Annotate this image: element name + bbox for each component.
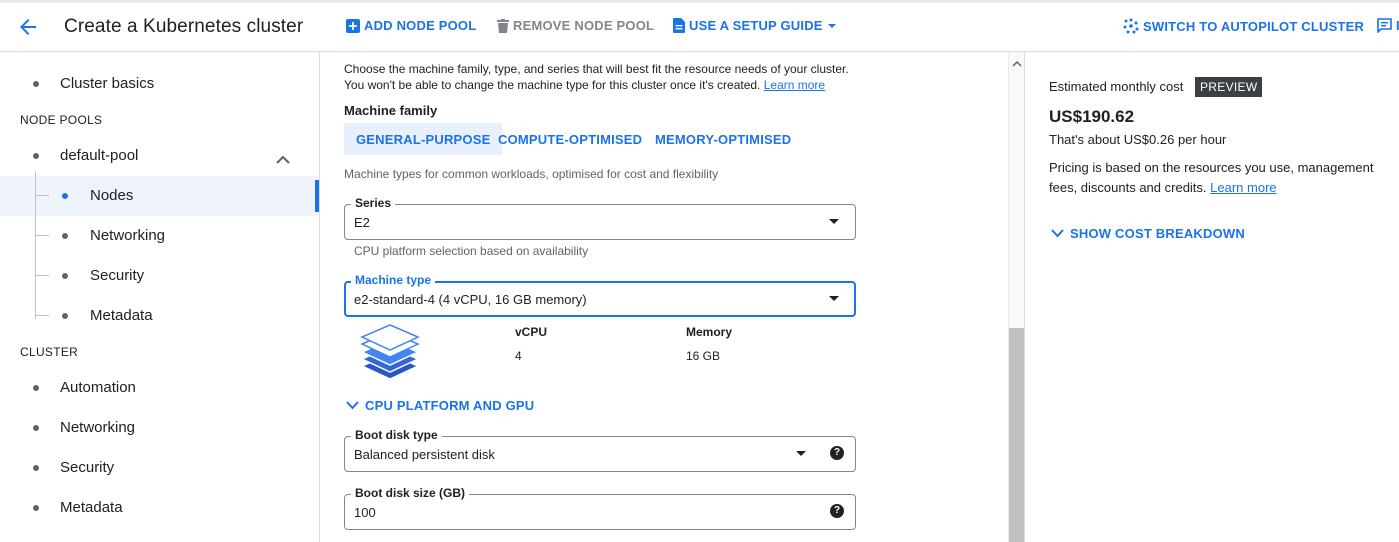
nav-bullet	[33, 153, 39, 159]
nav-item-pool-security[interactable]: Security	[90, 267, 144, 284]
family-hint: Machine types for common workloads, opti…	[344, 167, 719, 181]
dropdown-caret-icon	[829, 296, 839, 301]
dropdown-caret-icon	[829, 219, 839, 224]
tree-branch	[35, 195, 49, 196]
nav-item-cluster-metadata[interactable]: Metadata	[60, 499, 123, 516]
document-icon	[673, 18, 685, 33]
header-bar: Create a Kubernetes cluster ADD NODE POO…	[0, 3, 1399, 52]
feedback-button[interactable]: I	[1377, 18, 1399, 33]
layers-icon	[360, 322, 420, 389]
boot-disk-size-label: Boot disk size (GB)	[351, 486, 470, 500]
learn-more-link[interactable]: Learn more	[764, 78, 825, 92]
pricing-note: Pricing is based on the resources you us…	[1049, 158, 1389, 198]
main-content: Choose the machine family, type, and ser…	[320, 52, 1008, 542]
monthly-cost-amount: US$190.62	[1049, 107, 1135, 126]
setup-guide-button[interactable]: USE A SETUP GUIDE	[673, 18, 837, 33]
series-hint: CPU platform selection based on availabi…	[354, 244, 589, 258]
help-icon[interactable]: ?	[830, 504, 844, 518]
remove-node-pool-button[interactable]: REMOVE NODE POOL	[497, 18, 654, 33]
switch-autopilot-button[interactable]: SWITCH TO AUTOPILOT CLUSTER	[1123, 18, 1364, 34]
machine-description: Choose the machine family, type, and ser…	[344, 61, 849, 93]
arrow-back-icon[interactable]	[16, 15, 40, 39]
autopilot-icon	[1123, 18, 1139, 34]
expand-less-icon[interactable]	[276, 151, 290, 169]
tab-memory-optimised[interactable]: MEMORY-OPTIMISED	[643, 123, 803, 155]
estimated-cost-label: Estimated monthly cost	[1049, 79, 1184, 94]
add-node-pool-label: ADD NODE POOL	[364, 18, 477, 33]
boot-disk-size-value: 100	[354, 505, 376, 520]
machine-family-label: Machine family	[344, 103, 438, 118]
cpu-platform-gpu-label: CPU PLATFORM AND GPU	[365, 398, 535, 413]
tree-branch	[35, 235, 49, 236]
hourly-cost: That's about US$0.26 per hour	[1049, 132, 1227, 147]
dropdown-caret-icon	[827, 21, 837, 31]
machine-type-value: e2-standard-4 (4 vCPU, 16 GB memory)	[354, 292, 587, 307]
delete-icon	[497, 18, 509, 33]
nav-item-default-pool[interactable]: default-pool	[60, 147, 138, 164]
remove-node-pool-label: REMOVE NODE POOL	[513, 18, 655, 33]
nav-bullet	[33, 81, 39, 87]
expand-more-icon	[1051, 226, 1064, 241]
page-title: Create a Kubernetes cluster	[64, 16, 304, 37]
scrollbar-thumb[interactable]	[1009, 328, 1025, 542]
nav-item-nodes[interactable]: Nodes	[90, 187, 133, 204]
nav-bullet-active	[62, 193, 68, 199]
nav-selected-indicator	[315, 180, 319, 212]
switch-autopilot-label: SWITCH TO AUTOPILOT CLUSTER	[1143, 18, 1365, 34]
machine-type-label: Machine type	[351, 273, 436, 287]
nav-bullet	[33, 385, 39, 391]
cost-panel: Estimated monthly cost PREVIEW US$190.62…	[1024, 52, 1399, 542]
boot-disk-type-label: Boot disk type	[351, 428, 442, 442]
cost-breakdown-label: SHOW COST BREAKDOWN	[1070, 226, 1245, 241]
nav-bullet	[62, 313, 68, 319]
tab-compute-optimised[interactable]: COMPUTE-OPTIMISED	[486, 123, 654, 155]
description-line-2: You won't be able to change the machine …	[344, 77, 849, 93]
memory-value: 16 GB	[686, 349, 721, 363]
boot-disk-size-input[interactable]: Boot disk size (GB) 100 ?	[344, 486, 856, 530]
nav-item-cluster-basics[interactable]: Cluster basics	[60, 75, 154, 92]
tree-branch	[35, 275, 49, 276]
pricing-learn-more-link[interactable]: Learn more	[1210, 180, 1276, 195]
expand-more-icon	[346, 398, 359, 413]
nav-item-cluster-security[interactable]: Security	[60, 459, 114, 476]
nav-heading-node-pools: NODE POOLS	[20, 113, 103, 127]
vcpu-value: 4	[515, 349, 522, 363]
tab-general-purpose[interactable]: GENERAL-PURPOSE	[344, 123, 503, 155]
scroll-up-icon[interactable]	[1012, 55, 1022, 67]
tree-branch	[35, 315, 49, 316]
nav-item-pool-metadata[interactable]: Metadata	[90, 307, 153, 324]
setup-guide-label: USE A SETUP GUIDE	[689, 18, 823, 33]
series-value: E2	[354, 215, 370, 230]
add-node-pool-button[interactable]: ADD NODE POOL	[346, 18, 476, 33]
memory-header: Memory	[686, 325, 733, 339]
feedback-icon	[1377, 18, 1392, 33]
description-line-2-text: You won't be able to change the machine …	[344, 78, 761, 92]
dropdown-caret-icon	[796, 451, 806, 456]
nav-bullet	[62, 273, 68, 279]
series-label: Series	[351, 196, 396, 210]
nav-item-pool-networking[interactable]: Networking	[90, 227, 165, 244]
nav-item-automation[interactable]: Automation	[60, 379, 136, 396]
left-navigation: Cluster basics NODE POOLS default-pool N…	[0, 52, 320, 542]
scrollbar[interactable]	[1008, 52, 1025, 542]
nav-item-cluster-networking[interactable]: Networking	[60, 419, 135, 436]
preview-badge: PREVIEW	[1195, 77, 1263, 97]
description-line-1: Choose the machine family, type, and ser…	[344, 62, 849, 76]
cost-breakdown-toggle[interactable]: SHOW COST BREAKDOWN	[1051, 226, 1245, 241]
boot-disk-type-value: Balanced persistent disk	[354, 447, 495, 462]
add-box-icon	[346, 18, 360, 33]
nav-bullet	[33, 425, 39, 431]
series-select[interactable]: Series E2	[344, 196, 856, 240]
cpu-platform-gpu-toggle[interactable]: CPU PLATFORM AND GPU	[346, 398, 534, 413]
machine-type-select[interactable]: Machine type e2-standard-4 (4 vCPU, 16 G…	[344, 273, 856, 317]
nav-heading-cluster: CLUSTER	[20, 345, 79, 359]
boot-disk-type-select[interactable]: Boot disk type Balanced persistent disk …	[344, 428, 856, 472]
nav-bullet	[33, 465, 39, 471]
nav-bullet	[33, 505, 39, 511]
nav-bullet	[62, 233, 68, 239]
vcpu-header: vCPU	[515, 325, 548, 339]
help-icon[interactable]: ?	[830, 446, 844, 460]
nav-selected-highlight	[0, 176, 319, 216]
